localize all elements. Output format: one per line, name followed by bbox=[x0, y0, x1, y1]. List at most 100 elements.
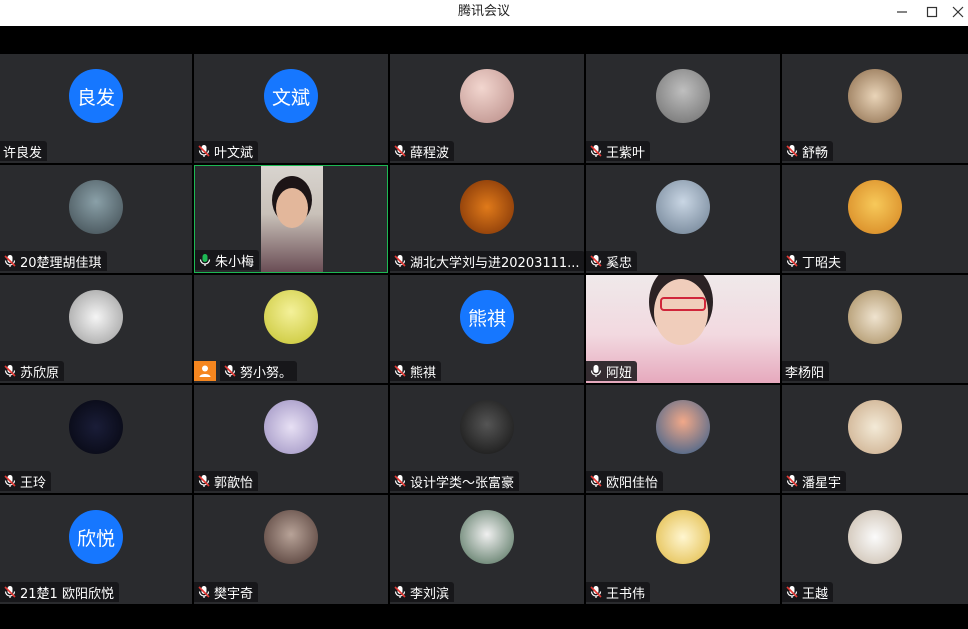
participant-tile[interactable]: 王书伟 bbox=[586, 495, 780, 604]
participant-tile[interactable]: 良发 许良发 bbox=[0, 54, 192, 163]
avatar bbox=[656, 69, 710, 123]
name-label: 王书伟 bbox=[586, 582, 651, 602]
participant-tile[interactable]: 潘星宇 bbox=[782, 385, 968, 493]
mic-muted-icon bbox=[393, 144, 410, 158]
participant-name: 21楚1 欧阳欣悦 bbox=[20, 586, 114, 602]
name-label: 樊宇奇 bbox=[194, 582, 259, 602]
participant-name: 舒畅 bbox=[802, 145, 829, 161]
participant-tile[interactable]: 熊祺 熊祺 bbox=[390, 275, 584, 383]
mic-muted-icon bbox=[393, 364, 410, 378]
participant-tile[interactable]: 欣悦 21楚1 欧阳欣悦 bbox=[0, 495, 192, 604]
participant-name: 湖北大学刘与进20203111... bbox=[410, 255, 580, 271]
avatar bbox=[69, 290, 123, 344]
participant-tile[interactable]: 丁昭夫 bbox=[782, 165, 968, 273]
participant-name: 潘星宇 bbox=[802, 475, 842, 491]
avatar-initials: 欣悦 bbox=[76, 527, 115, 550]
name-label: 李刘滨 bbox=[390, 582, 455, 602]
close-icon[interactable] bbox=[943, 0, 968, 24]
avatar: 文斌 bbox=[264, 69, 318, 123]
participant-tile[interactable]: 樊宇奇 bbox=[194, 495, 388, 604]
avatar bbox=[848, 180, 902, 234]
participant-name: 设计学类～张富豪 bbox=[410, 475, 515, 491]
mic-muted-icon bbox=[197, 474, 214, 488]
participant-tile[interactable]: 王越 bbox=[782, 495, 968, 604]
participant-tile[interactable]: 努小努。 bbox=[194, 275, 388, 383]
avatar bbox=[69, 180, 123, 234]
participant-name: 郭歆怡 bbox=[214, 475, 254, 491]
participant-tile[interactable]: 王紫叶 bbox=[586, 54, 780, 163]
avatar bbox=[264, 290, 318, 344]
participant-tile[interactable]: 李刘滨 bbox=[390, 495, 584, 604]
participant-tile[interactable]: 欧阳佳怡 bbox=[586, 385, 780, 493]
participant-name: 20楚理胡佳琪 bbox=[20, 255, 102, 271]
participant-name: 奚忠 bbox=[606, 255, 633, 271]
participant-name: 丁昭夫 bbox=[802, 255, 842, 271]
participant-tile[interactable]: 20楚理胡佳琪 bbox=[0, 165, 192, 273]
mic-muted-icon bbox=[785, 254, 802, 268]
participant-name: 欧阳佳怡 bbox=[606, 475, 659, 491]
name-label: 苏欣原 bbox=[0, 361, 65, 381]
avatar bbox=[848, 510, 902, 564]
participant-tile[interactable]: 王玲 bbox=[0, 385, 192, 493]
name-label: 薛程波 bbox=[390, 141, 455, 161]
participant-tile[interactable]: 奚忠 bbox=[586, 165, 780, 273]
avatar: 欣悦 bbox=[69, 510, 123, 564]
participant-name: 薛程波 bbox=[410, 145, 450, 161]
avatar bbox=[848, 290, 902, 344]
participant-name: 李杨阳 bbox=[785, 365, 825, 381]
name-label: 熊祺 bbox=[390, 361, 442, 381]
participant-tile[interactable]: 李杨阳 bbox=[782, 275, 968, 383]
name-label: 设计学类～张富豪 bbox=[390, 471, 520, 491]
participant-name: 樊宇奇 bbox=[214, 586, 254, 602]
participant-tile[interactable]: 阿妞 bbox=[586, 275, 780, 383]
avatar bbox=[264, 400, 318, 454]
name-label: 丁昭夫 bbox=[782, 251, 847, 271]
participant-name: 王紫叶 bbox=[606, 145, 646, 161]
participant-tile[interactable]: 朱小梅 bbox=[194, 165, 388, 273]
participant-tile[interactable]: 湖北大学刘与进20203111... bbox=[390, 165, 584, 273]
camera-video bbox=[261, 166, 323, 272]
participant-tile[interactable]: 苏欣原 bbox=[0, 275, 192, 383]
avatar bbox=[848, 69, 902, 123]
participant-tile[interactable]: 舒畅 bbox=[782, 54, 968, 163]
window-title: 腾讯会议 bbox=[457, 4, 510, 19]
name-label: 21楚1 欧阳欣悦 bbox=[0, 582, 119, 602]
mic-muted-icon bbox=[3, 585, 20, 599]
name-label: 郭歆怡 bbox=[194, 471, 259, 491]
name-label: 潘星宇 bbox=[782, 471, 847, 491]
participant-name: 叶文斌 bbox=[214, 145, 254, 161]
participant-tile[interactable]: 郭歆怡 bbox=[194, 385, 388, 493]
name-label: 王玲 bbox=[0, 471, 52, 491]
name-label: 欧阳佳怡 bbox=[586, 471, 664, 491]
bottom-toolbar-area bbox=[0, 604, 968, 629]
name-label: 20楚理胡佳琪 bbox=[0, 251, 107, 271]
participant-tile[interactable]: 文斌叶文斌 bbox=[194, 54, 388, 163]
mic-muted-icon bbox=[197, 144, 214, 158]
name-label: 阿妞 bbox=[586, 361, 638, 381]
avatar bbox=[656, 510, 710, 564]
mic-muted-icon bbox=[393, 474, 410, 488]
mic-muted-icon bbox=[589, 254, 606, 268]
participant-name: 苏欣原 bbox=[20, 365, 60, 381]
participant-name: 王越 bbox=[802, 586, 829, 602]
participant-name: 许良发 bbox=[3, 145, 43, 161]
avatar bbox=[656, 180, 710, 234]
participant-tile[interactable]: 薛程波 bbox=[390, 54, 584, 163]
mic-muted-icon bbox=[589, 585, 606, 599]
title-bar: 腾讯会议 bbox=[0, 0, 968, 26]
avatar bbox=[69, 400, 123, 454]
name-label: 朱小梅 bbox=[195, 250, 260, 270]
avatar: 熊祺 bbox=[460, 290, 514, 344]
name-label: 王越 bbox=[782, 582, 834, 602]
participant-name: 王玲 bbox=[20, 475, 47, 491]
name-label: 湖北大学刘与进20203111... bbox=[390, 251, 584, 271]
avatar-initials: 熊祺 bbox=[467, 307, 506, 330]
participant-tile[interactable]: 设计学类～张富豪 bbox=[390, 385, 584, 493]
minimize-icon[interactable] bbox=[887, 0, 917, 24]
name-label: 努小努。 bbox=[220, 361, 298, 381]
participant-name: 朱小梅 bbox=[215, 254, 255, 270]
avatar bbox=[264, 510, 318, 564]
participant-grid: 良发 许良发 文斌 叶文斌 薛程波 王紫叶 舒畅 20楚理胡佳琪 朱小梅 湖北大学刘与进20203… bbox=[0, 54, 968, 604]
mic-muted-icon bbox=[3, 474, 20, 488]
participant-name: 王书伟 bbox=[606, 586, 646, 602]
